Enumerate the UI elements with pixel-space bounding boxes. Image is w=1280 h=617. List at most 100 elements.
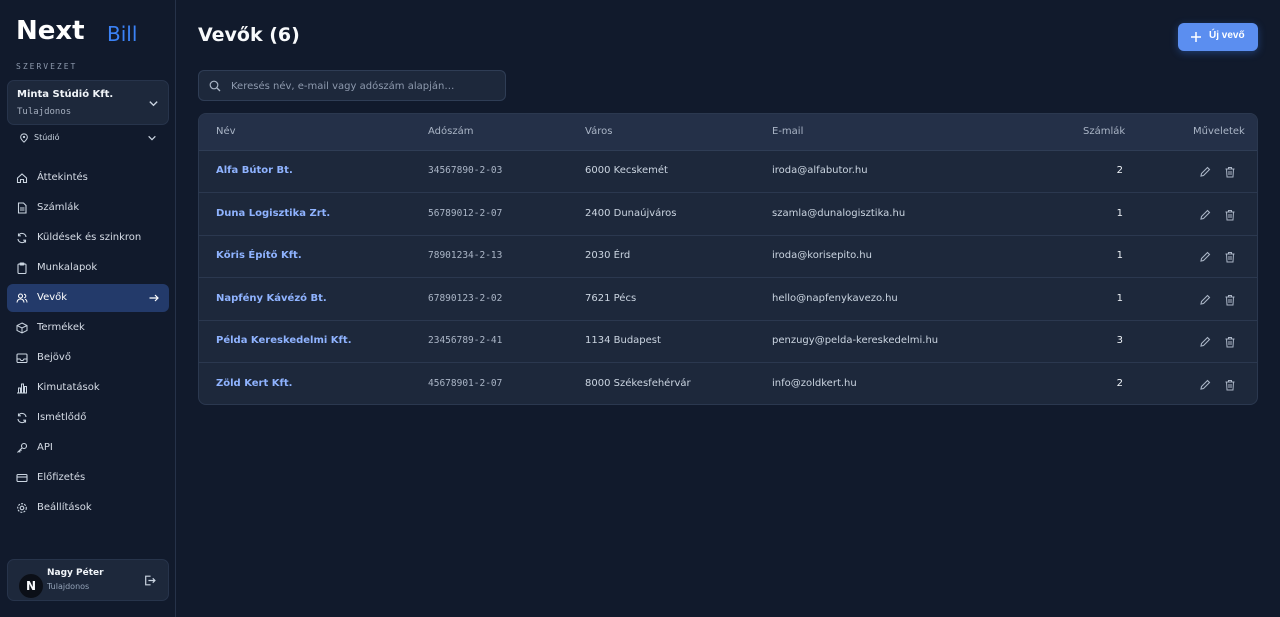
main-nav: Áttekintés Számlák Küldések és szinkron …	[7, 164, 169, 524]
repeat-icon	[17, 412, 27, 424]
logout-icon[interactable]	[143, 574, 156, 587]
dashboard-icon	[16, 173, 28, 184]
brand-logo[interactable]: Next Bill	[16, 15, 146, 45]
column-header-tax[interactable]: Adószám	[428, 126, 473, 137]
edit-icon[interactable]	[1199, 166, 1211, 178]
bar-chart-icon	[17, 383, 27, 394]
sidebar-item-label: Kimutatások	[37, 382, 100, 393]
search-icon	[209, 80, 221, 92]
trash-icon[interactable]	[1224, 379, 1236, 391]
tax-number: 67890123-2-02	[428, 292, 503, 304]
tax-number: 34567890-2-03	[428, 165, 503, 176]
edit-icon[interactable]	[1199, 379, 1211, 391]
workspace-label: Stúdió	[34, 133, 60, 142]
sidebar-item-overview[interactable]: Áttekintés	[7, 164, 169, 192]
edit-icon[interactable]	[1199, 336, 1211, 348]
table-row: Napfény Kávézó Bt. 67890123-2-02 7621 Pé…	[199, 279, 1257, 321]
email: hello@napfenykavezo.hu	[772, 292, 898, 304]
location-pin-icon	[20, 133, 28, 143]
user-card: N Nagy Péter Tulajdonos	[7, 559, 169, 601]
sidebar-item-label: Előfizetés	[37, 472, 86, 483]
file-icon	[17, 202, 27, 214]
credit-card-icon	[16, 473, 28, 483]
email: iroda@alfabutor.hu	[772, 165, 868, 176]
sidebar-item-subscription[interactable]: Előfizetés	[7, 464, 169, 492]
column-header-email[interactable]: E-mail	[772, 126, 803, 137]
sidebar-item-reports[interactable]: Kimutatások	[7, 374, 169, 402]
trash-icon[interactable]	[1224, 166, 1236, 178]
workspace-switcher[interactable]: Stúdió	[19, 131, 159, 146]
email: szamla@dunalogisztika.hu	[772, 207, 906, 219]
city: 8000 Székesfehérvár	[585, 377, 691, 389]
trash-icon[interactable]	[1224, 209, 1236, 221]
customer-name-link[interactable]: Napfény Kávézó Bt.	[216, 293, 327, 304]
tax-number: 23456789-2-41	[428, 335, 503, 346]
city: 2400 Dunaújváros	[585, 207, 677, 219]
sidebar-item-products[interactable]: Termékek	[7, 314, 169, 342]
invoice-count: 2	[1116, 165, 1123, 176]
arrow-right-icon	[149, 294, 159, 302]
org-caption: SZERVEZET	[16, 62, 78, 71]
customer-name-link[interactable]: Kőris Építő Kft.	[216, 250, 302, 261]
org-name: Minta Stúdió Kft.	[17, 89, 114, 100]
table-row: Példa Kereskedelmi Kft. 23456789-2-41 11…	[199, 321, 1257, 363]
user-name: Nagy Péter	[47, 568, 104, 578]
sidebar-item-label: Termékek	[37, 322, 85, 333]
column-header-city[interactable]: Város	[585, 126, 612, 137]
column-header-invoices[interactable]: Számlák	[1083, 126, 1125, 137]
org-role: Tulajdonos	[17, 107, 72, 117]
org-switcher[interactable]: Minta Stúdió Kft. Tulajdonos	[7, 80, 169, 125]
search-box	[198, 70, 506, 101]
sidebar-item-label: Vevők	[37, 292, 68, 303]
customers-table: Név Adószám Város E-mail Számlák Művelet…	[198, 113, 1258, 405]
invoice-count: 1	[1116, 207, 1123, 219]
tax-number: 45678901-2-07	[428, 377, 503, 389]
email: iroda@korisepito.hu	[772, 250, 872, 261]
logo-text-main: Next	[16, 16, 85, 45]
customer-name-link[interactable]: Zöld Kert Kft.	[216, 378, 292, 389]
box-icon	[16, 322, 28, 334]
search-input[interactable]	[231, 77, 499, 95]
trash-icon[interactable]	[1224, 251, 1236, 263]
sidebar-item-settings[interactable]: Beállítások	[7, 494, 169, 522]
invoice-count: 1	[1116, 250, 1123, 261]
city: 1134 Budapest	[585, 335, 661, 346]
city: 7621 Pécs	[585, 292, 637, 304]
column-header-name[interactable]: Név	[216, 126, 236, 137]
sidebar-item-customers[interactable]: Vevők	[7, 284, 169, 312]
customer-name-link[interactable]: Példa Kereskedelmi Kft.	[216, 335, 352, 346]
invoice-count: 2	[1116, 377, 1123, 389]
sidebar-item-invoices[interactable]: Számlák	[7, 194, 169, 222]
new-customer-button[interactable]: Új vevő	[1178, 23, 1258, 51]
trash-icon[interactable]	[1224, 336, 1236, 348]
column-header-actions: Műveletek	[1193, 126, 1245, 137]
chevron-down-icon	[148, 135, 156, 141]
table-header: Név Adószám Város E-mail Számlák Művelet…	[199, 114, 1257, 151]
tax-number: 56789012-2-07	[428, 207, 503, 219]
table-row: Kőris Építő Kft. 78901234-2-13 2030 Érd …	[199, 236, 1257, 278]
edit-icon[interactable]	[1199, 251, 1211, 263]
tax-number: 78901234-2-13	[428, 250, 503, 261]
sidebar-item-api[interactable]: API	[7, 434, 169, 462]
new-customer-label: Új vevő	[1209, 30, 1245, 41]
city: 2030 Érd	[585, 250, 631, 261]
trash-icon[interactable]	[1224, 294, 1236, 306]
edit-icon[interactable]	[1199, 209, 1211, 221]
table-row: Zöld Kert Kft. 45678901-2-07 8000 Székes…	[199, 364, 1257, 405]
avatar[interactable]: N	[18, 573, 44, 599]
sidebar-item-worksheets[interactable]: Munkalapok	[7, 254, 169, 282]
sidebar-item-label: Küldések és szinkron	[37, 232, 142, 243]
invoice-count: 3	[1116, 335, 1123, 346]
edit-icon[interactable]	[1199, 294, 1211, 306]
sidebar-item-label: Bejövő	[37, 352, 71, 363]
table-row: Duna Logisztika Zrt. 56789012-2-07 2400 …	[199, 194, 1257, 236]
sidebar-item-sync[interactable]: Küldések és szinkron	[7, 224, 169, 252]
customer-name-link[interactable]: Alfa Bútor Bt.	[216, 165, 293, 176]
logo-text-sub: Bill	[107, 22, 137, 45]
sidebar-item-label: Áttekintés	[37, 172, 88, 183]
inbox-icon	[16, 353, 28, 364]
customer-name-link[interactable]: Duna Logisztika Zrt.	[216, 208, 330, 219]
sidebar-item-recurring[interactable]: Ismétlődő	[7, 404, 169, 432]
sidebar-item-inbox[interactable]: Bejövő	[7, 344, 169, 372]
page-title: Vevők (6)	[198, 24, 300, 46]
